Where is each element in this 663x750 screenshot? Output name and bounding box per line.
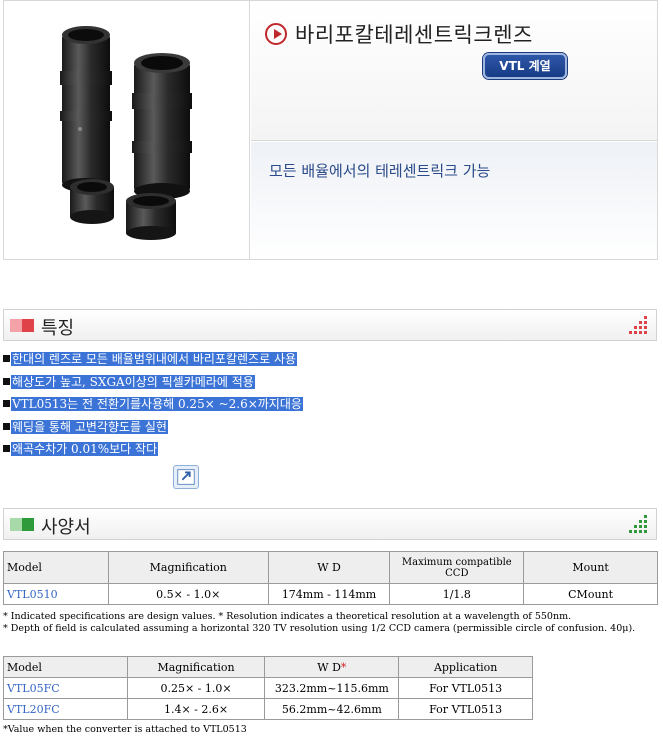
footnote-marker: * [340,660,347,674]
features-list: 한대의 렌즈로 모든 배율범위내에서 바리포칼렌즈로 사용 해상도가 높고, S… [3,351,658,464]
col-header: Application [398,656,533,678]
model-link[interactable]: VTL05FC [3,677,128,699]
bullet-icon [3,355,10,362]
feature-item: 해상도가 높고, SXGA이상의 픽셀카메라에 적용 [3,374,658,397]
table-row: VTL05FC 0.25× - 1.0× 323.2mm~115.6mm For… [3,677,533,699]
feature-item: VTL0513는 전 전환기를사용해 0.25× ~2.6×까지대응 [3,396,658,419]
table-cell: 1/1.8 [389,583,525,605]
expand-link-icon[interactable] [173,465,199,489]
section-marker-light [10,518,22,531]
model-link[interactable]: VTL20FC [3,698,128,720]
section-marker-light [10,319,22,332]
features-section-header: 특징 [3,309,657,341]
feature-item: 왜곡수차가 0.01%보다 작다 [3,441,658,464]
feature-item: 웨딩을 통해 고변각향도를 실현 [3,419,658,442]
col-header: Maximum compatible CCD [389,551,525,584]
table-cell: 1.4× - 2.6× [126,698,266,720]
table-cell: For VTL0513 [398,677,533,699]
feature-item: 한대의 렌즈로 모든 배율범위내에서 바리포칼렌즈로 사용 [3,351,658,374]
table-row: VTL0510 0.5× - 1.0× 174mm - 114mm 1/1.8 … [3,583,658,605]
bullet-icon [3,377,10,385]
section-marker-dark [22,518,34,531]
spec-table: Model Magnification W D Maximum compatib… [3,551,658,605]
col-header: W D* [264,656,400,678]
model-link[interactable]: VTL0510 [3,583,109,605]
lens-product-image [4,1,250,259]
hero-subtitle-panel: 모든 배율에서의 테레센트릭크 가능 [251,142,657,259]
col-header: Model [3,551,109,584]
table-cell: 323.2mm~115.6mm [264,677,400,699]
spec-section-header: 사양서 [3,508,657,540]
col-header: Magnification [107,551,269,584]
table-row: VTL20FC 1.4× - 2.6× 56.2mm~42.6mm For VT… [3,698,533,720]
product-title: 바리포칼테레센트릭크렌즈 [295,23,533,47]
table-cell: 0.5× - 1.0× [107,583,269,605]
converter-table: Model Magnification W D* Application VTL… [3,656,533,720]
features-title: 특징 [41,318,75,339]
play-circle-icon [265,23,287,45]
table-cell: 56.2mm~42.6mm [264,698,400,720]
bullet-icon [3,422,10,430]
col-header: Magnification [126,656,266,678]
table-cell: 174mm - 114mm [267,583,391,605]
spec-note: * Depth of field is calculated assuming … [3,623,636,634]
product-hero: 바리포칼테레센트릭크렌즈 VTL 계열 모든 배율에서의 테레센트릭크 가능 [3,0,658,260]
table-cell: 0.25× - 1.0× [126,677,266,699]
col-header: W D [267,551,391,584]
bullet-icon [3,400,10,407]
spec-title: 사양서 [41,517,91,538]
table-cell: CMount [523,583,658,605]
series-badge: VTL 계열 [483,53,567,79]
bullet-icon [3,445,10,452]
table-cell: For VTL0513 [398,698,533,720]
dots-grid-icon [629,515,647,533]
section-marker-dark [22,319,34,332]
hero-title-panel: 바리포칼테레센트릭크렌즈 VTL 계열 [251,1,657,141]
col-header: Mount [523,551,658,584]
dots-grid-icon [629,316,647,334]
converter-note: *Value when the converter is attached to… [3,724,247,735]
col-header: Model [3,656,128,678]
product-subtitle: 모든 배율에서의 테레센트릭크 가능 [269,162,491,180]
spec-note: * Indicated specifications are design va… [3,611,572,622]
